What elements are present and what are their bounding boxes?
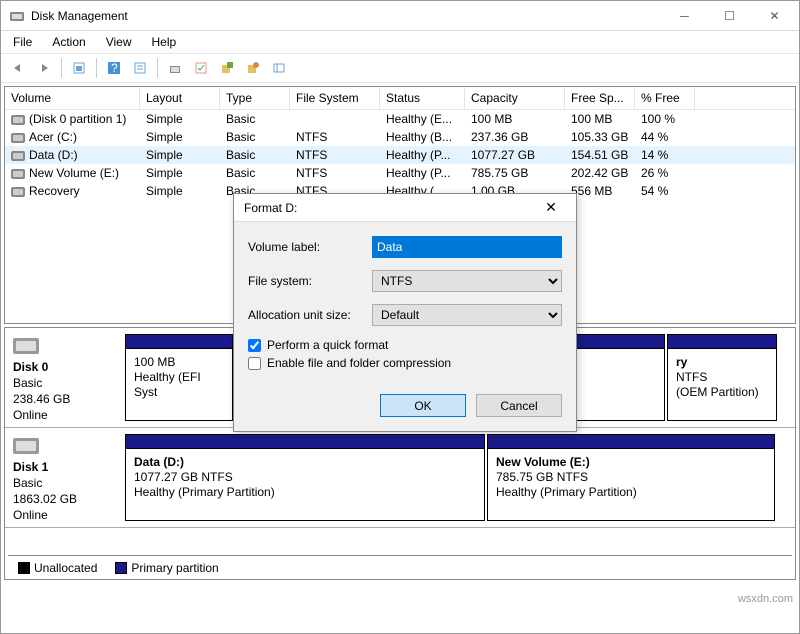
close-button[interactable]: ✕ <box>752 2 797 30</box>
help-button[interactable]: ? <box>103 57 125 79</box>
partition[interactable]: 100 MBHealthy (EFI Syst <box>125 334 233 421</box>
svg-text:?: ? <box>111 61 118 75</box>
volume-row[interactable]: New Volume (E:)SimpleBasicNTFSHealthy (P… <box>5 164 795 182</box>
refresh-button[interactable] <box>164 57 186 79</box>
col-pct[interactable]: % Free <box>635 87 695 109</box>
volume-label-label: Volume label: <box>248 240 372 254</box>
partition[interactable]: Data (D:)1077.27 GB NTFSHealthy (Primary… <box>125 434 485 521</box>
col-type[interactable]: Type <box>220 87 290 109</box>
compression-input[interactable] <box>248 357 261 370</box>
menubar: File Action View Help <box>1 31 799 53</box>
menu-file[interactable]: File <box>5 33 40 51</box>
legend-unallocated: Unallocated <box>34 561 97 575</box>
au-select[interactable]: Default <box>372 304 562 326</box>
partition[interactable]: ryNTFS(OEM Partition) <box>667 334 777 421</box>
legend-primary-swatch <box>115 562 127 574</box>
disk-icon <box>13 338 39 354</box>
window-title: Disk Management <box>31 9 662 23</box>
quick-format-input[interactable] <box>248 339 261 352</box>
up-button[interactable] <box>68 57 90 79</box>
format-dialog: Format D: ✕ Volume label: File system: N… <box>233 193 577 432</box>
menu-help[interactable]: Help <box>144 33 185 51</box>
cancel-button[interactable]: Cancel <box>476 394 562 417</box>
volume-row[interactable]: Acer (C:)SimpleBasicNTFSHealthy (B...237… <box>5 128 795 146</box>
col-fs[interactable]: File System <box>290 87 380 109</box>
dialog-title: Format D: <box>244 201 536 215</box>
watermark: wsxdn.com <box>738 593 793 605</box>
legend-primary: Primary partition <box>131 561 218 575</box>
maximize-button[interactable]: ☐ <box>707 2 752 30</box>
col-capacity[interactable]: Capacity <box>465 87 565 109</box>
action4-button[interactable] <box>268 57 290 79</box>
back-button[interactable] <box>7 57 29 79</box>
menu-view[interactable]: View <box>98 33 140 51</box>
disk-row: Disk 1Basic1863.02 GBOnlineData (D:)1077… <box>5 428 795 528</box>
au-label: Allocation unit size: <box>248 308 372 322</box>
dialog-titlebar: Format D: ✕ <box>234 194 576 222</box>
action1-button[interactable] <box>190 57 212 79</box>
forward-button[interactable] <box>33 57 55 79</box>
col-status[interactable]: Status <box>380 87 465 109</box>
action3-button[interactable] <box>242 57 264 79</box>
ok-button[interactable]: OK <box>380 394 466 417</box>
toolbar: ? <box>1 53 799 83</box>
fs-label: File system: <box>248 274 372 288</box>
col-free[interactable]: Free Sp... <box>565 87 635 109</box>
properties-button[interactable] <box>129 57 151 79</box>
partition[interactable]: New Volume (E:)785.75 GB NTFSHealthy (Pr… <box>487 434 775 521</box>
volume-row[interactable]: Data (D:)SimpleBasicNTFSHealthy (P...107… <box>5 146 795 164</box>
disk-icon <box>13 438 39 454</box>
action2-button[interactable] <box>216 57 238 79</box>
quick-format-checkbox[interactable]: Perform a quick format <box>248 338 562 352</box>
compression-checkbox[interactable]: Enable file and folder compression <box>248 356 562 370</box>
col-layout[interactable]: Layout <box>140 87 220 109</box>
volume-label-input[interactable] <box>372 236 562 258</box>
minimize-button[interactable]: ─ <box>662 2 707 30</box>
menu-action[interactable]: Action <box>44 33 93 51</box>
fs-select[interactable]: NTFS <box>372 270 562 292</box>
volume-row[interactable]: (Disk 0 partition 1)SimpleBasicHealthy (… <box>5 110 795 128</box>
dialog-close-button[interactable]: ✕ <box>536 196 566 220</box>
col-volume[interactable]: Volume <box>5 87 140 109</box>
app-icon <box>9 8 25 24</box>
legend-unallocated-swatch <box>18 562 30 574</box>
column-headers: Volume Layout Type File System Status Ca… <box>5 87 795 110</box>
legend: Unallocated Primary partition <box>8 555 792 579</box>
titlebar: Disk Management ─ ☐ ✕ <box>1 1 799 31</box>
